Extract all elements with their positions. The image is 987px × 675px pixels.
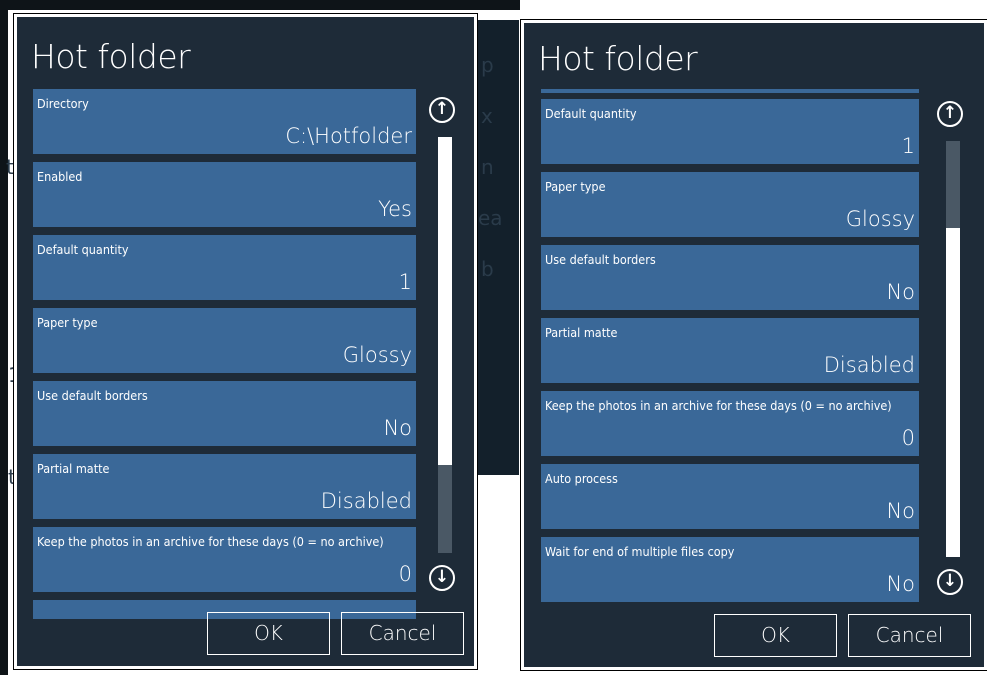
setting-row-use-default-borders[interactable]: Use default borders No	[541, 245, 919, 310]
setting-label: Use default borders	[545, 252, 656, 267]
setting-value: Disabled	[823, 353, 915, 377]
ok-button[interactable]: OK	[714, 614, 837, 657]
scrollbar-thumb[interactable]	[438, 137, 452, 465]
dialog-title: Hot folder	[31, 37, 191, 76]
hot-folder-dialog-left: Hot folder Directory C:\Hotfolder Enable…	[13, 13, 478, 670]
setting-value: Disabled	[320, 489, 412, 513]
setting-value: No	[383, 416, 412, 440]
settings-list: Default quantity 1 Paper type Glossy Use…	[541, 99, 919, 604]
settings-list: Directory C:\Hotfolder Enabled Yes Defau…	[33, 89, 416, 619]
setting-label: Keep the photos in an archive for these …	[37, 534, 384, 549]
background-app-behind	[475, 20, 519, 475]
setting-label: Auto process	[545, 471, 618, 486]
setting-row-directory[interactable]: Directory C:\Hotfolder	[33, 89, 416, 154]
setting-row-partial-matte[interactable]: Partial matte Disabled	[33, 454, 416, 519]
setting-label: Use default borders	[37, 388, 148, 403]
setting-label: Enabled	[37, 169, 83, 184]
hot-folder-dialog-right: Hot folder Default quantity 1 Paper type…	[520, 19, 987, 671]
scroll-up-icon[interactable]: ↑	[937, 101, 963, 127]
cancel-button[interactable]: Cancel	[848, 614, 971, 657]
setting-row-default-quantity[interactable]: Default quantity 1	[541, 99, 919, 164]
setting-row-archive-days[interactable]: Keep the photos in an archive for these …	[33, 527, 416, 592]
setting-value: 0	[901, 426, 915, 450]
setting-row-default-quantity[interactable]: Default quantity 1	[33, 235, 416, 300]
setting-value: 0	[398, 562, 412, 586]
dialog-title: Hot folder	[538, 39, 698, 78]
scrollbar-thumb[interactable]	[946, 228, 960, 557]
setting-value: Glossy	[845, 207, 915, 231]
setting-value: No	[886, 572, 915, 596]
setting-row-partial-matte[interactable]: Partial matte Disabled	[541, 318, 919, 383]
setting-row-archive-days[interactable]: Keep the photos in an archive for these …	[541, 391, 919, 456]
scroll-up-icon[interactable]: ↑	[429, 97, 455, 123]
setting-label: Default quantity	[37, 242, 129, 257]
setting-value: No	[886, 499, 915, 523]
scrollbar-track[interactable]	[946, 141, 960, 557]
setting-value: 1	[901, 134, 915, 158]
setting-label: Default quantity	[545, 106, 637, 121]
setting-row-wait-multiple-files[interactable]: Wait for end of multiple files copy No	[541, 537, 919, 602]
background-text: x	[481, 104, 493, 128]
setting-label: Partial matte	[545, 325, 618, 340]
background-text: n	[481, 155, 494, 179]
background-text: ea	[478, 206, 503, 230]
setting-label: Paper type	[545, 179, 606, 194]
background-top	[0, 0, 520, 10]
setting-value: No	[886, 280, 915, 304]
setting-value: 1	[398, 270, 412, 294]
list-top-edge	[541, 89, 919, 93]
setting-label: Paper type	[37, 315, 98, 330]
setting-row-auto-process[interactable]: Auto process No	[541, 464, 919, 529]
scroll-down-icon[interactable]: ↓	[429, 565, 455, 591]
setting-value: Glossy	[342, 343, 412, 367]
setting-label: Partial matte	[37, 461, 110, 476]
setting-row-paper-type[interactable]: Paper type Glossy	[541, 172, 919, 237]
setting-value: C:\Hotfolder	[285, 124, 412, 148]
background-left	[0, 0, 8, 675]
setting-value: Yes	[378, 197, 412, 221]
background-text: b	[481, 257, 494, 281]
scroll-down-icon[interactable]: ↓	[937, 569, 963, 595]
setting-row-paper-type[interactable]: Paper type Glossy	[33, 308, 416, 373]
setting-label: Keep the photos in an archive for these …	[545, 398, 892, 413]
background-text: p	[481, 53, 494, 77]
setting-label: Directory	[37, 96, 89, 111]
ok-button[interactable]: OK	[207, 612, 330, 655]
setting-row-use-default-borders[interactable]: Use default borders No	[33, 381, 416, 446]
setting-label: Wait for end of multiple files copy	[545, 544, 735, 559]
setting-row-enabled[interactable]: Enabled Yes	[33, 162, 416, 227]
cancel-button[interactable]: Cancel	[341, 612, 464, 655]
scrollbar-track[interactable]	[438, 137, 452, 553]
